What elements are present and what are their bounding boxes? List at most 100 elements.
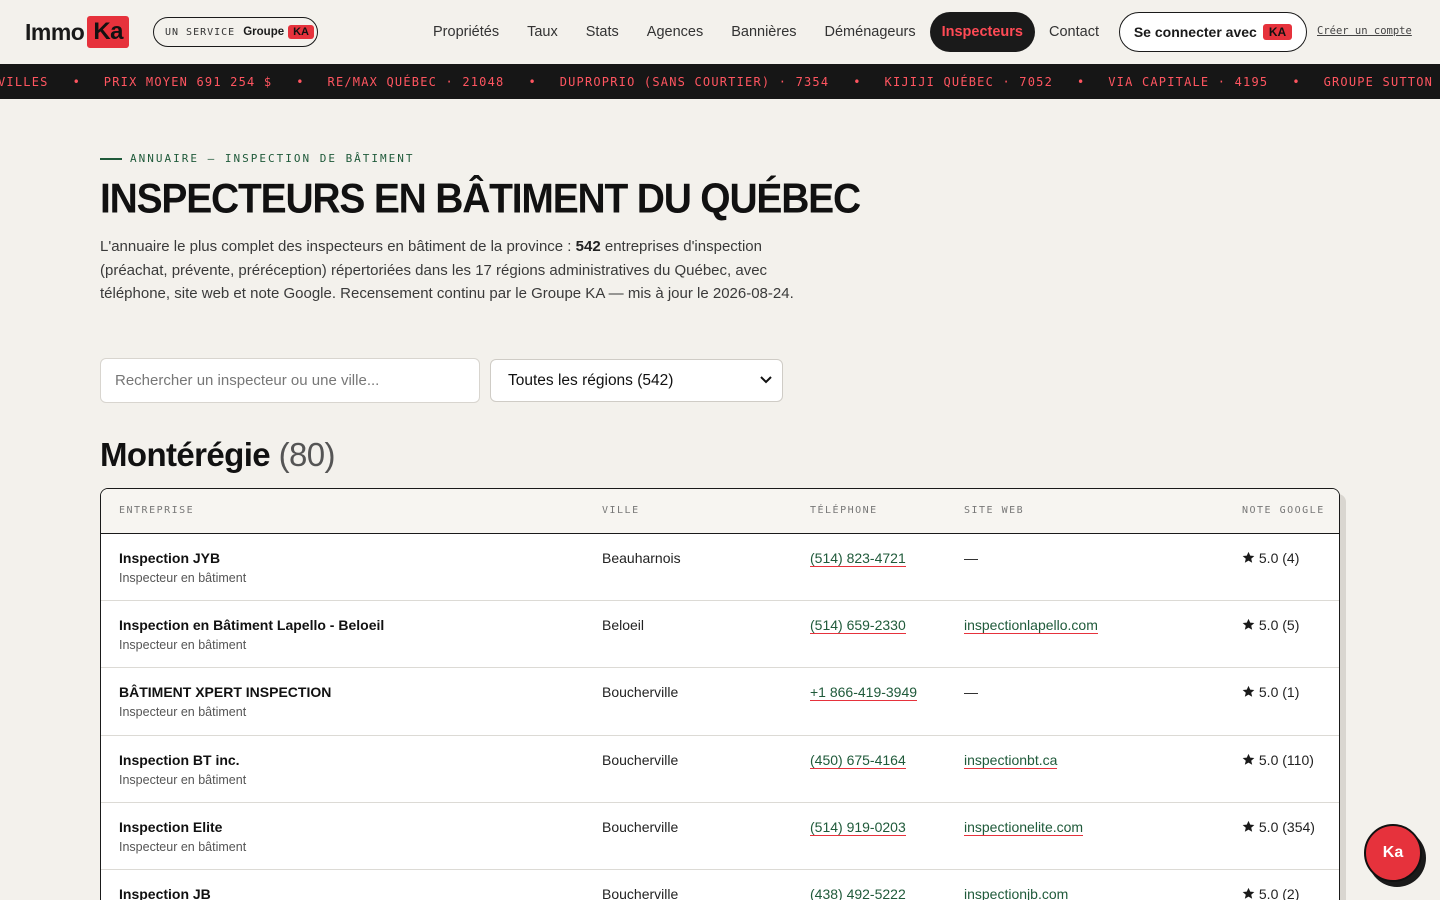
nav-item-taux[interactable]: Taux [513,12,572,52]
ticker-separator: • [1292,74,1300,89]
website-link[interactable]: inspectionlapello.com [964,617,1098,635]
ticker-separator: • [853,74,861,89]
ticker-separator: • [72,74,80,89]
company-cell: Inspection JBInspecteur en bâtiment [119,886,246,900]
rating-value: 5.0 (354) [1258,818,1315,835]
page-title: INSPECTEURS EN BÂTIMENT DU QUÉBEC [100,176,861,223]
ka-chat-button[interactable]: Ka [1364,824,1422,882]
service-prefix: UN SERVICE [165,26,236,38]
table-row: Inspection Elite Inspecteur en bâtiment Bo… [101,803,1339,870]
service-groupe-ka-pill[interactable]: UN SERVICE Groupe KA [153,17,318,47]
main-nav: Propriétés Taux Stats Agences Bannières … [419,12,1113,52]
immoka-logo[interactable]: Immo Ka [25,16,130,48]
ticker-track: VILLES • PRIX MOYEN 691 254 $ • RE/MAX QUÉBE… [0,75,1440,89]
company-cell: Inspection en Bâtiment Lapello - Beloeil… [119,617,384,652]
rating-value: 5.0 (5) [1258,617,1300,634]
login-label: Se connecter avec [1133,24,1257,40]
col-header-site-web[interactable]: SITE WEB [964,505,1024,516]
ticker-item: VILLES [0,74,49,89]
logo-badge: Ka [87,16,130,48]
section-title: Montérégie (80) [100,436,336,474]
phone-link[interactable]: (514) 823-4721 [810,550,906,567]
table-row: BÂTIMENT XPERT INSPECTION Inspecteur en b… [101,668,1339,736]
company-cell: Inspection Elite Inspecteur en bâtiment [119,819,246,854]
region-select[interactable]: Toutes les régions (542) [490,359,783,402]
city-cell: Boucherville [602,818,679,835]
star-icon [1242,550,1255,566]
col-header-telephone[interactable]: TÉLÉPHONE [810,505,878,516]
logo-text: Immo [25,18,85,45]
table-row: Inspection en Bâtiment Lapello - Beloeil… [101,601,1339,669]
ticker-item: RE/MAX QUÉBEC · 21048 [327,74,505,89]
rating-value: 5.0 (4) [1258,550,1300,566]
star-icon [1242,617,1255,633]
col-header-ville[interactable]: VILLE [602,505,640,516]
city-cell: Boucherville [602,885,679,900]
company-name[interactable]: Inspection en Bâtiment Lapello - Beloeil [119,617,384,633]
phone-link[interactable]: +1 866-419-3949 [810,684,918,702]
login-ka-badge: KA [1262,24,1293,40]
company-name[interactable]: Inspection JYB [119,550,246,566]
rating-value: 5.0 (110) [1258,751,1314,768]
star-icon [1242,684,1255,700]
ticker-item: PRIX MOYEN 691 254 $ [103,74,273,89]
service-groupe-label: Groupe [243,26,285,38]
nav-item-bannieres[interactable]: Bannières [717,12,810,52]
company-cell: BÂTIMENT XPERT INSPECTION Inspecteur en b… [119,684,331,719]
rating-value: 5.0 (1) [1258,684,1300,701]
company-name[interactable]: Inspection Elite [119,819,246,835]
nav-item-agences[interactable]: Agences [633,12,717,52]
nav-item-contact[interactable]: Contact [1035,12,1113,52]
phone-link[interactable]: (514) 919-0203 [810,819,906,836]
inspectors-table: ENTREPRISE VILLE TÉLÉPHONE SITE WEB NOTE… [100,488,1340,900]
table-row: Inspection BT inc. Inspecteur en bâtiment… [101,736,1339,803]
stats-ticker: VILLES • PRIX MOYEN 691 254 $ • RE/MAX QUÉBE… [0,64,1440,99]
nav-item-stats[interactable]: Stats [572,12,633,52]
company-type: Inspecteur en bâtiment [119,839,247,854]
phone-link[interactable]: (450) 675-4164 [810,752,906,769]
company-name[interactable]: Inspection JB [119,886,246,900]
ticker-item: KIJIJI QUÉBEC · 7052 [884,74,1054,89]
intro-paragraph: L'annuaire le plus complet des inspecteu… [100,235,822,306]
company-name[interactable]: BÂTIMENT XPERT INSPECTION [119,684,331,700]
intro-count: 542 [575,238,601,255]
chevron-down-icon [760,375,772,387]
google-rating: 5.0 (354) [1242,819,1315,835]
eyebrow-text: ANNUAIRE — INSPECTION DE BÂTIMENT [130,152,415,165]
col-header-note-google[interactable]: NOTE GOOGLE [1242,505,1325,516]
ticker-separator: • [528,74,536,89]
create-account-link[interactable]: Créer un compte [1317,25,1412,37]
ticker-separator: • [296,74,304,89]
company-name[interactable]: Inspection BT inc. [119,752,246,768]
star-icon [1242,819,1255,835]
phone-link[interactable]: (438) 492-5222 [810,886,906,900]
city-cell: Boucherville [602,751,679,768]
phone-link[interactable]: (514) 659-2330 [810,617,906,635]
login-with-ka-button[interactable]: Se connecter avec KA [1119,12,1307,52]
region-select-value: Toutes les régions (542) [508,371,674,389]
table-header: ENTREPRISE VILLE TÉLÉPHONE SITE WEB NOTE… [101,489,1339,534]
city-cell: Boucherville [602,684,679,701]
eyebrow: ANNUAIRE — INSPECTION DE BÂTIMENT [100,152,415,165]
google-rating: 5.0 (5) [1242,617,1299,633]
section-count: (80) [278,436,336,473]
google-rating: 5.0 (2) [1242,886,1299,900]
service-ka-badge: KA [288,25,314,39]
section-name: Montérégie [100,436,271,473]
nav-item-proprietes[interactable]: Propriétés [419,12,513,52]
nav-item-demenageurs[interactable]: Déménageurs [811,12,930,52]
website-link[interactable]: inspectionjb.com [964,886,1068,900]
table-row: Inspection JYB Inspecteur en bâtiment Beau… [101,534,1339,602]
search-input[interactable] [100,358,480,403]
col-header-entreprise[interactable]: ENTREPRISE [119,505,194,516]
table-body: Inspection JYB Inspecteur en bâtiment Beau… [101,534,1339,900]
website-link[interactable]: inspectionelite.com [964,819,1084,836]
google-rating: 5.0 (4) [1242,550,1299,566]
star-icon [1242,886,1255,900]
company-type: Inspecteur en bâtiment [119,638,247,653]
city-cell: Beauharnois [602,550,681,566]
company-type: Inspecteur en bâtiment [119,705,247,720]
ticker-separator: • [1077,74,1085,89]
nav-item-inspecteurs[interactable]: Inspecteurs [929,12,1035,52]
website-link[interactable]: inspectionbt.ca [964,752,1058,769]
